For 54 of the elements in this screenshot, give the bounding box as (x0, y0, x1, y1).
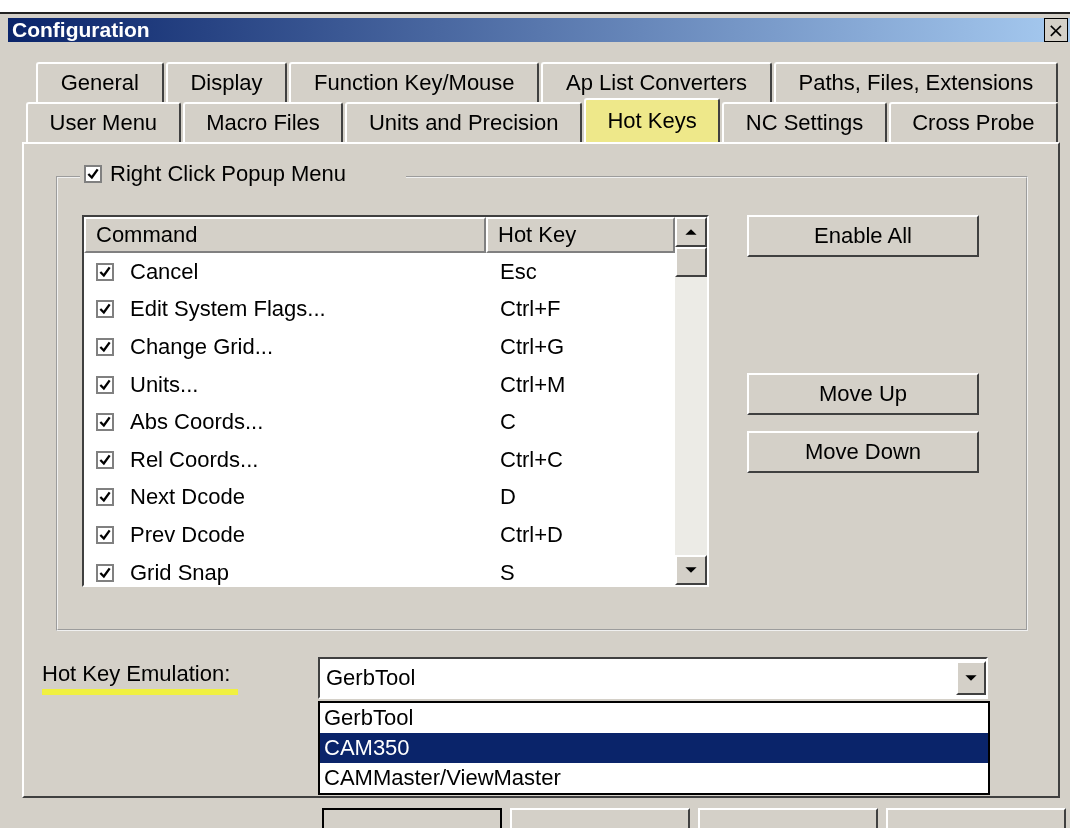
checkbox[interactable] (96, 488, 114, 507)
command-cell: Prev Dcode (130, 521, 245, 548)
hotkey-cell-text: S (499, 559, 515, 585)
scroll-thumb[interactable] (675, 247, 707, 277)
hotkey-cell-text: Ctrl+M (499, 371, 566, 398)
checkbox[interactable] (96, 413, 114, 432)
command-cell: Change Grid... (130, 334, 274, 360)
emulation-label: Hot Key Emulation: (42, 661, 238, 695)
tab[interactable]: Display (165, 62, 288, 102)
side-button[interactable]: Enable All (747, 215, 979, 257)
side-button[interactable]: Move Up (747, 373, 979, 415)
column-header[interactable]: Hot Key (486, 217, 675, 253)
command-cell: Next Dcode (130, 484, 245, 511)
dropdown-option[interactable]: CAMMaster/ViewMaster (320, 763, 988, 793)
tab[interactable]: Ap List Converters (541, 62, 772, 102)
hotkey-cell-text: D (499, 484, 516, 511)
hotkey-cell-text: Ctrl+F (499, 296, 561, 323)
hotkey-cell-text: Ctrl+C (499, 446, 563, 473)
hotkey-cell-text: Ctrl+G (499, 334, 565, 360)
command-cell: Grid Snap (130, 559, 230, 585)
checkbox[interactable] (96, 338, 114, 356)
checkbox[interactable] (84, 165, 102, 183)
checkbox[interactable] (96, 262, 114, 281)
tab[interactable]: Cross Probe (888, 102, 1059, 142)
tab[interactable]: Macro Files (182, 102, 344, 142)
tab[interactable]: NC Settings (722, 102, 887, 142)
dropdown-option[interactable]: CAM350 (320, 733, 988, 763)
command-cell: Edit System Flags... (130, 296, 326, 323)
tab[interactable]: User Menu (26, 102, 181, 142)
checkbox-label: Right Click Popup Menu (110, 161, 347, 187)
scrollbar[interactable] (675, 217, 707, 585)
column-header[interactable]: Command (84, 217, 486, 253)
checkbox[interactable] (96, 450, 114, 469)
hotkey-cell-text: C (499, 409, 516, 436)
checkbox[interactable] (96, 525, 114, 544)
checkbox[interactable] (96, 300, 114, 319)
command-cell: Rel Coords... (130, 446, 259, 473)
tab[interactable]: Function Key/Mouse (289, 62, 540, 102)
command-cell: Abs Coords... (130, 409, 264, 436)
tab[interactable]: Units and Precision (345, 102, 582, 142)
tab[interactable]: General (36, 62, 164, 102)
hotkey-cell-text: Ctrl+D (499, 521, 563, 548)
command-cell: Units... (130, 371, 199, 398)
close-button[interactable]: × (1044, 18, 1068, 42)
hotkey-cell-text: Esc (499, 258, 537, 285)
window-title: Configuration (12, 18, 150, 42)
tab[interactable]: Hot Keys (583, 98, 721, 142)
dropdown-option[interactable]: GerbTool (320, 703, 988, 733)
checkbox[interactable] (96, 563, 114, 582)
tab[interactable]: Paths, Files, Extensions (773, 62, 1058, 102)
command-cell: Cancel (130, 258, 199, 285)
side-button[interactable]: Move Down (747, 431, 979, 473)
checkbox[interactable] (96, 375, 114, 394)
emulation-dropdown[interactable]: GerbTool (318, 657, 988, 699)
